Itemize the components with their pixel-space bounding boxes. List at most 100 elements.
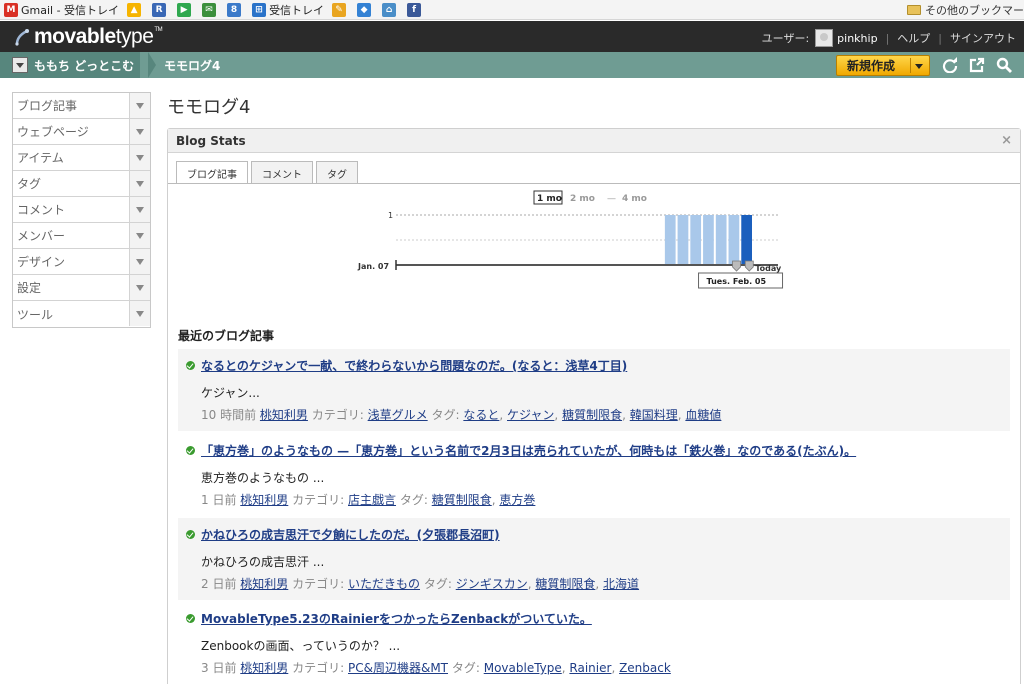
new-create-button[interactable]: 新規作成 bbox=[836, 55, 930, 76]
sidebar-item[interactable]: 設定 bbox=[13, 275, 150, 301]
logo-tm: TM bbox=[154, 27, 163, 33]
sidebar-menu: ブログ記事ウェブページ アイテムタグコメントメンバーデザイン設定ツール bbox=[12, 92, 151, 328]
entry-category-link[interactable]: PC&周辺機器&MT bbox=[348, 661, 448, 675]
tag-link[interactable]: 糖質制限食 bbox=[562, 408, 622, 422]
category-label: カテゴリ: bbox=[311, 408, 364, 422]
facebook-icon: f bbox=[407, 2, 422, 17]
chart-bar bbox=[715, 215, 727, 265]
other-bookmarks-folder[interactable]: その他のブックマー bbox=[901, 0, 1024, 19]
chevron-down-icon[interactable] bbox=[129, 93, 150, 118]
entry-excerpt: かねひろの成吉思汗 ... bbox=[201, 555, 325, 569]
entry-author-link[interactable]: 桃知利男 bbox=[240, 493, 288, 507]
avatar[interactable] bbox=[815, 29, 834, 47]
chart-bar bbox=[664, 215, 676, 265]
entry-title-link[interactable]: なるとのケジャンで一献、で終わらないから問題なのだ。(なると：浅草4丁目) bbox=[201, 357, 627, 374]
entry-title-link[interactable]: 「恵方巻」のようなもの —「恵方巻」という名前で2月3日は売られていたが、何時も… bbox=[201, 442, 856, 459]
tag-link[interactable]: Rainier bbox=[569, 661, 611, 675]
bookmark-item[interactable]: ✎ bbox=[332, 2, 349, 17]
help-link[interactable]: ヘルプ bbox=[897, 30, 930, 46]
bookmark-item[interactable]: f bbox=[407, 2, 424, 17]
tag-link[interactable]: なると bbox=[463, 408, 499, 422]
y-tick-label: 1 bbox=[388, 211, 393, 220]
entry-author-link[interactable]: 桃知利男 bbox=[260, 408, 308, 422]
chevron-down-icon[interactable] bbox=[129, 223, 150, 248]
bookmark-item[interactable]: M Gmail - 受信トレイ bbox=[4, 2, 119, 18]
chevron-down-icon[interactable] bbox=[129, 145, 150, 170]
tag-link[interactable]: 糖質制限食 bbox=[535, 577, 595, 591]
entry-category-link[interactable]: 浅草グルメ bbox=[368, 408, 428, 422]
bookmark-item[interactable]: ▶ bbox=[177, 2, 194, 17]
sidebar-item[interactable]: ツール bbox=[13, 301, 150, 327]
sidebar-item-label[interactable]: ブログ記事 bbox=[13, 97, 77, 114]
sidebar-item[interactable]: コメント bbox=[13, 197, 150, 223]
recent-entries-heading: 最近のブログ記事 bbox=[178, 329, 275, 343]
chevron-down-icon[interactable] bbox=[129, 119, 150, 144]
tag-link[interactable]: ケジャン bbox=[507, 408, 554, 422]
tag-link[interactable]: Zenback bbox=[619, 661, 671, 675]
user-area: ユーザー: pinkhip | ヘルプ | サインアウト bbox=[762, 29, 1016, 47]
bookmark-item[interactable]: ✉ bbox=[202, 2, 219, 17]
logo-icon bbox=[15, 29, 29, 46]
chevron-down-icon[interactable] bbox=[12, 57, 28, 73]
entry-title-link[interactable]: MovableType5.23のRainierをつかったらZenbackがついて… bbox=[201, 610, 592, 627]
stats-tab[interactable]: タグ bbox=[316, 161, 358, 183]
sidebar-item[interactable]: デザイン bbox=[13, 249, 150, 275]
close-icon[interactable]: × bbox=[1001, 133, 1012, 148]
stats-tab[interactable]: ブログ記事 bbox=[176, 161, 248, 184]
tag-link[interactable]: 糖質制限食 bbox=[432, 493, 492, 507]
sidebar-item-label[interactable]: メンバー bbox=[13, 227, 65, 244]
chevron-down-icon[interactable] bbox=[129, 197, 150, 222]
entry-author-link[interactable]: 桃知利男 bbox=[240, 577, 288, 591]
drive-icon: ▲ bbox=[127, 2, 142, 17]
refresh-icon[interactable] bbox=[942, 57, 958, 73]
sidebar-item[interactable]: ブログ記事 bbox=[13, 93, 150, 119]
sidebar-item[interactable]: ウェブページ bbox=[13, 119, 150, 145]
dropbox-icon: ◆ bbox=[357, 2, 372, 17]
blog-name[interactable]: ももち どっとこむ bbox=[34, 57, 134, 74]
sidebar-item[interactable]: タグ bbox=[13, 171, 150, 197]
bookmark-item[interactable]: ▲ bbox=[127, 2, 144, 17]
entry-category-link[interactable]: 店主戯言 bbox=[348, 493, 396, 507]
logo-text-sub: type bbox=[115, 25, 154, 48]
username-link[interactable]: pinkhip bbox=[837, 32, 877, 45]
chevron-down-icon[interactable] bbox=[129, 171, 150, 196]
sidebar-item-label[interactable]: デザイン bbox=[13, 253, 65, 270]
chevron-down-icon[interactable] bbox=[129, 301, 150, 326]
bookmark-item[interactable]: ◆ bbox=[357, 2, 374, 17]
bookmark-item[interactable]: R bbox=[152, 2, 169, 17]
entry-meta: 2 日前 桃知利男 カテゴリ: いただきもの タグ: ジンギスカン, 糖質制限食… bbox=[201, 577, 640, 591]
tag-link[interactable]: 恵方巻 bbox=[499, 493, 535, 507]
entry-excerpt: 恵方巻のようなもの ... bbox=[201, 471, 325, 485]
bookmark-item[interactable]: 8 bbox=[227, 2, 244, 17]
sidebar-item-label[interactable]: 設定 bbox=[13, 279, 41, 296]
external-view-icon[interactable] bbox=[969, 57, 985, 73]
stats-tab[interactable]: コメント bbox=[251, 161, 313, 183]
chevron-down-icon[interactable] bbox=[129, 275, 150, 300]
entry-author-link[interactable]: 桃知利男 bbox=[240, 661, 288, 675]
search-icon[interactable] bbox=[996, 57, 1012, 73]
sidebar-item-label[interactable]: アイテム bbox=[13, 149, 64, 166]
sidebar-item[interactable]: メンバー bbox=[13, 223, 150, 249]
entry-title-link[interactable]: かねひろの成吉思汗で夕餉にしたのだ。(夕張郡長沼町) bbox=[201, 526, 500, 543]
bookmark-item[interactable]: ⌂ bbox=[382, 2, 399, 17]
tag-link[interactable]: 血糖値 bbox=[685, 408, 721, 422]
blog-selector[interactable]: ももち どっとこむ bbox=[0, 52, 141, 78]
tag-link[interactable]: ジンギスカン bbox=[456, 577, 528, 591]
breadcrumb-current[interactable]: モモログ4 bbox=[164, 57, 220, 74]
tag-link[interactable]: MovableType bbox=[484, 661, 562, 675]
movabletype-logo[interactable]: movable type TM bbox=[14, 25, 163, 49]
sidebar-item[interactable]: アイテム bbox=[13, 145, 150, 171]
entry-category-link[interactable]: いただきもの bbox=[348, 577, 420, 591]
chevron-down-icon[interactable] bbox=[915, 64, 923, 69]
sidebar-item-label[interactable]: タグ bbox=[13, 175, 41, 192]
tag-link[interactable]: 北海道 bbox=[603, 577, 639, 591]
bookmark-item[interactable]: ⊞ 受信トレイ bbox=[252, 2, 324, 18]
tag-link[interactable]: 韓国料理 bbox=[630, 408, 678, 422]
google-icon: 8 bbox=[227, 2, 242, 17]
sidebar-item-label[interactable]: ツール bbox=[13, 306, 53, 323]
bookmark-label: Gmail - 受信トレイ bbox=[21, 3, 120, 17]
sidebar-item-label[interactable]: コメント bbox=[13, 201, 65, 218]
signout-link[interactable]: サインアウト bbox=[950, 30, 1016, 46]
sidebar-item-label[interactable]: ウェブページ bbox=[13, 123, 89, 140]
chevron-down-icon[interactable] bbox=[129, 249, 150, 274]
